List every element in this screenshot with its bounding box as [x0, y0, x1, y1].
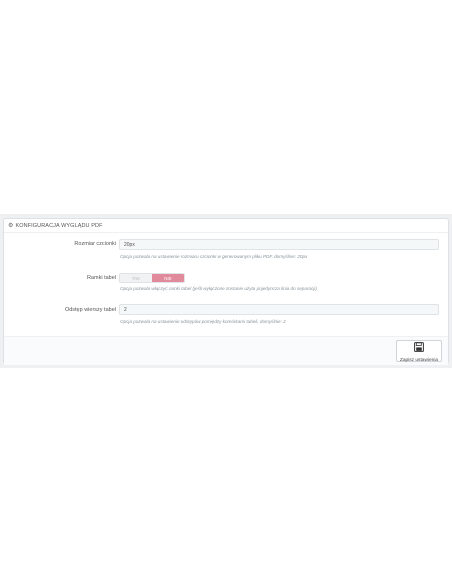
table-borders-help: Opcja pozwala włączyć ramki tabel (jeśli… [120, 286, 317, 291]
cogs-icon: ⚙ [8, 223, 14, 229]
save-settings-button[interactable]: Zapisz ustawienia [396, 339, 442, 363]
toggle-option-nie[interactable]: NIE [152, 274, 184, 282]
row-spacing-help: Opcja pozwala na ustawienie odstępów pom… [120, 319, 286, 324]
panel-footer: Zapisz ustawienia [4, 336, 448, 365]
font-size-label: Rozmiar czcionki [74, 241, 116, 247]
table-borders-toggle[interactable]: TAK NIE [119, 273, 185, 283]
font-size-help: Opcja pozwala na ustawienie rozmiaru czc… [120, 254, 308, 259]
pdf-config-panel: ⚙ KONFIGURACJA WYGLĄDU PDF Rozmiar czcio… [3, 218, 449, 365]
toggle-option-tak[interactable]: TAK [120, 274, 152, 282]
table-borders-label: Ramki tabel [86, 275, 116, 281]
row-spacing-label: Odstęp wierszy tabel [64, 307, 116, 313]
row-spacing-value: 2 [124, 306, 127, 313]
font-size-input[interactable]: 20px [119, 239, 439, 250]
panel-header: ⚙ KONFIGURACJA WYGLĄDU PDF [4, 219, 448, 233]
save-settings-label: Zapisz ustawienia [399, 358, 439, 363]
font-size-value: 20px [124, 241, 135, 248]
panel-title: KONFIGURACJA WYGLĄDU PDF [15, 222, 103, 229]
floppy-disk-icon [414, 339, 424, 357]
row-spacing-input[interactable]: 2 [119, 304, 439, 315]
